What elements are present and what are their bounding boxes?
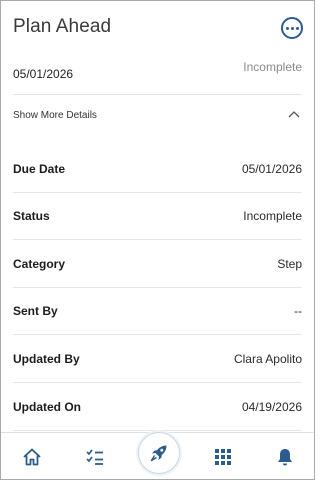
detail-value: Clara Apolito: [233, 352, 302, 366]
detail-label: Category: [13, 257, 66, 271]
detail-value: 05/01/2026: [241, 162, 302, 176]
chevron-up-icon: [288, 111, 300, 118]
bottom-tab-bar: [1, 432, 314, 479]
divider: [13, 94, 302, 95]
summary-date: 05/01/2026: [13, 67, 74, 81]
detail-value: Incomplete: [243, 209, 302, 223]
details-section: Due Date 05/01/2026 Status Incomplete Ca…: [1, 138, 314, 432]
detail-label: Updated By: [13, 352, 80, 366]
rocket-icon: [150, 445, 167, 462]
detail-row-updated-on: Updated On 04/19/2026: [13, 384, 302, 431]
summary-status: Incomplete: [243, 60, 302, 74]
app-frame: Plan Ahead 05/01/2026 Incomplete Show Mo…: [0, 0, 315, 480]
detail-label: Updated On: [13, 400, 81, 414]
detail-row-due-date: Due Date 05/01/2026: [13, 146, 302, 193]
apps-grid-icon[interactable]: [209, 443, 237, 471]
page-title: Plan Ahead: [13, 16, 112, 37]
toggle-label: Show More Details: [13, 110, 97, 121]
detail-row-sent-by: Sent By --: [13, 288, 302, 335]
detail-label: Status: [13, 209, 50, 223]
detail-row-updated-by: Updated By Clara Apolito: [13, 336, 302, 383]
home-icon[interactable]: [18, 443, 46, 471]
header: Plan Ahead: [1, 1, 314, 59]
rocket-button[interactable]: [138, 432, 180, 474]
detail-row-status: Status Incomplete: [13, 193, 302, 240]
detail-value: 04/19/2026: [241, 400, 302, 414]
task-list-icon[interactable]: [81, 443, 109, 471]
bell-icon[interactable]: [271, 443, 299, 471]
detail-row-category: Category Step: [13, 241, 302, 288]
detail-label: Sent By: [13, 304, 58, 318]
show-more-details-toggle[interactable]: Show More Details: [1, 96, 314, 138]
detail-label: Due Date: [13, 162, 66, 176]
detail-value: Step: [277, 257, 302, 271]
detail-value: --: [294, 304, 302, 318]
more-options-icon[interactable]: [281, 17, 303, 39]
